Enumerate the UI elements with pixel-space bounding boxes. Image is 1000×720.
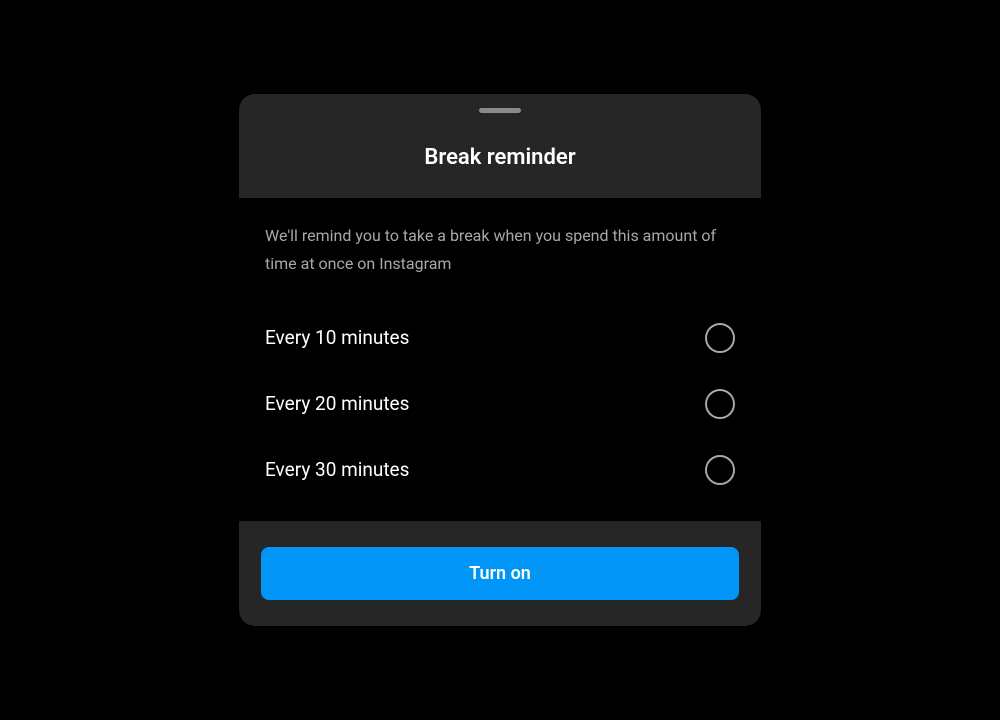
option-30-minutes[interactable]: Every 30 minutes [265,437,735,503]
option-label: Every 20 minutes [265,392,409,415]
option-label: Every 10 minutes [265,326,409,349]
radio-icon [705,323,735,353]
option-20-minutes[interactable]: Every 20 minutes [265,371,735,437]
sheet-content: We'll remind you to take a break when yo… [239,198,761,520]
turn-on-button[interactable]: Turn on [261,547,739,600]
option-label: Every 30 minutes [265,458,409,481]
sheet-title: Break reminder [239,145,761,170]
radio-icon [705,389,735,419]
sheet-header: Break reminder [239,94,761,198]
radio-icon [705,455,735,485]
break-reminder-sheet: Break reminder We'll remind you to take … [239,94,761,625]
drag-handle-icon[interactable] [479,108,521,113]
sheet-footer: Turn on [239,521,761,626]
description-text: We'll remind you to take a break when yo… [265,222,735,276]
option-10-minutes[interactable]: Every 10 minutes [265,305,735,371]
